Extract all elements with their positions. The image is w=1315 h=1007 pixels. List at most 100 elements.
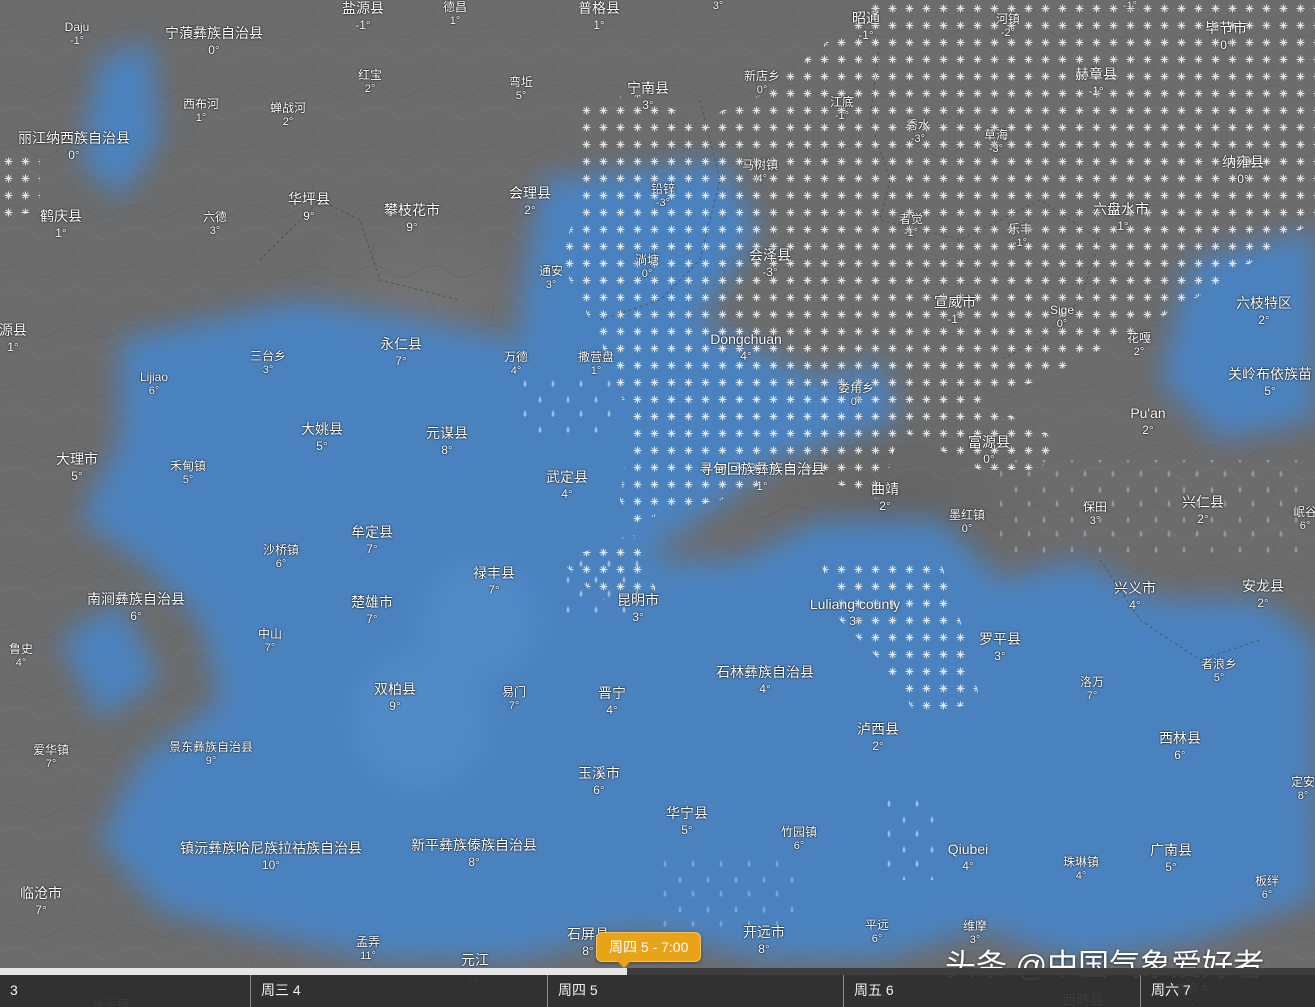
city-label[interactable]: 墨红镇 0° [949,508,985,537]
city-label[interactable]: -1° [1123,0,1137,14]
city-label[interactable]: 关岭布依族苗 5° [1228,366,1312,399]
city-label[interactable]: 富源县 0° [968,434,1010,467]
city-label[interactable]: 泸西县 2° [857,721,899,754]
city-label[interactable]: 草海 -3° [984,128,1008,157]
city-label[interactable]: 盐源县 -1° [342,0,384,33]
city-label[interactable]: 丽江纳西族自治县 0° [18,130,130,163]
city-label[interactable]: 源县 1° [0,322,27,355]
city-label[interactable]: 三台乡 3° [250,349,286,378]
city-label[interactable]: 六盘水市 -1° [1093,201,1149,234]
city-label[interactable]: 纳雍县 0° [1222,154,1264,187]
city-label[interactable]: 新平彝族傣族自治县 8° [411,837,537,870]
city-label[interactable]: 永仁县 7° [380,336,422,369]
city-label[interactable]: 鲁史 4° [9,642,33,671]
city-label[interactable]: 寻甸回族彝族自治县 1° [699,461,825,494]
city-label[interactable]: 双柏县 9° [374,681,416,714]
city-label[interactable]: 普格县 1° [578,0,620,33]
city-label[interactable]: 花嘎 2° [1127,331,1151,360]
city-label[interactable]: 六枝特区 2° [1236,295,1292,328]
city-label[interactable]: 玉溪市 6° [578,765,620,798]
city-label[interactable]: 楚雄市 7° [351,594,393,627]
city-label[interactable]: 爱华镇 7° [33,743,69,772]
city-label[interactable]: 石林彝族自治县 4° [716,664,814,697]
city-label[interactable]: 万德 4° [504,350,528,379]
city-label[interactable]: 兴仁县 2° [1182,494,1224,527]
city-label[interactable]: 会泽县 -3° [749,247,791,280]
weather-map[interactable]: Daju -1° 宁蒗彝族自治县 0° 盐源县 -1° 德昌 1° 普格县 1° 3° 昭通 -1° 河镇… [0,0,1315,1007]
city-label[interactable]: 河镇 -2° [996,12,1020,41]
city-label[interactable]: 平远 6° [865,918,889,947]
timeline-day[interactable]: 周六 7 [1140,975,1315,1007]
timeline-day[interactable]: 3 [0,975,250,1007]
city-label[interactable]: 者觉 -1° [899,212,923,241]
timeline-bar[interactable]: 3 周三 4 周四 5 周五 6 周六 7 [0,968,1315,1007]
city-label[interactable]: Qiubei 4° [948,841,988,874]
city-label[interactable]: Daju -1° [65,20,90,49]
city-label[interactable]: 攀枝花市 9° [384,202,440,235]
city-label[interactable]: 毕节市 0° [1205,20,1247,53]
timeline-day[interactable]: 周三 4 [250,975,545,1007]
city-label[interactable]: 临沧市 7° [20,885,62,918]
city-label[interactable]: 宣威市 -1° [934,294,976,327]
city-label[interactable]: 德昌 1° [443,0,467,29]
city-label[interactable]: 昭通 -1° [852,10,880,43]
city-label[interactable]: 乐丰 -1° [1008,222,1032,251]
city-label[interactable]: 六德 3° [203,210,227,239]
city-label[interactable]: 红宝 2° [358,68,382,97]
city-label[interactable]: 南涧彝族自治县 6° [87,591,185,624]
city-label[interactable]: Sige 0° [1050,303,1074,332]
city-label[interactable]: 西林县 6° [1159,730,1201,763]
city-label[interactable]: 鹤庆县 1° [40,208,82,241]
city-label[interactable]: 孟弄 11° [356,935,380,964]
city-label[interactable]: 广南县 5° [1150,842,1192,875]
city-label[interactable]: 武定县 4° [546,469,588,502]
city-label[interactable]: 西布河 1° [183,97,219,126]
city-label[interactable]: 大姚县 5° [301,421,343,454]
timeline-day[interactable]: 周五 6 [843,975,1137,1007]
city-label[interactable]: 沙桥镇 6° [263,543,299,572]
city-label[interactable]: 江底 -1° [830,95,854,124]
city-label[interactable]: 大理市 5° [56,451,98,484]
city-label[interactable]: 华坪县 9° [288,191,330,224]
city-label[interactable]: 安龙县 2° [1242,578,1284,611]
city-label[interactable]: 晋宁 4° [598,685,626,718]
city-label[interactable]: 撒营盘 1° [578,350,614,379]
city-label[interactable]: 宁南县 3° [627,80,669,113]
city-label[interactable]: 保田 3° [1083,500,1107,529]
city-label[interactable]: 禾甸镇 5° [170,459,206,488]
city-label[interactable]: 曲靖 2° [871,481,899,514]
timeline-track[interactable] [0,968,1315,975]
city-label[interactable]: 会理县 2° [509,185,551,218]
city-label[interactable]: 禄丰县 7° [473,565,515,598]
city-label[interactable]: 镇沅彝族哈尼族拉祜族自治县 10° [180,840,362,873]
city-label[interactable]: 岷谷 6° [1293,505,1315,534]
city-label[interactable]: 板绊 6° [1255,874,1279,903]
city-label[interactable]: 宁蒗彝族自治县 0° [165,25,263,58]
city-label[interactable]: 定安 8° [1291,775,1315,804]
city-label[interactable]: Lijiao 6° [140,370,168,399]
city-label[interactable]: 珠琳镇 4° [1063,855,1099,884]
city-label[interactable]: 易门 7° [502,685,526,714]
city-label[interactable]: 开远市 8° [743,924,785,957]
city-label[interactable]: Pu'an 2° [1130,405,1165,438]
city-label[interactable]: 新店乡 0° [744,69,780,98]
city-label[interactable]: 者浪乡 5° [1201,657,1237,686]
city-label[interactable]: 兴义市 4° [1114,580,1156,613]
city-label[interactable]: 淌塘 0° [635,253,659,282]
city-label[interactable]: 赫章县 -1° [1075,66,1117,99]
city-label[interactable]: 3° [713,0,724,14]
city-label[interactable]: 洛万 7° [1080,675,1104,704]
city-label[interactable]: 弯坵 5° [509,75,533,104]
city-label[interactable]: 牟定县 7° [351,524,393,557]
city-label[interactable]: 蝉战河 2° [270,101,306,130]
current-time-marker[interactable]: 周四 5 - 7:00 [596,932,702,968]
city-label[interactable]: Luliang county 3° [810,596,900,629]
city-label[interactable]: 罗平县 3° [979,631,1021,664]
city-label[interactable]: Dongchuan 4° [710,331,782,364]
city-label[interactable]: 昆明市 3° [617,592,659,625]
city-label[interactable]: 华宁县 5° [666,805,708,838]
city-label[interactable]: 秀水 -3° [906,118,930,147]
city-label[interactable]: 竹园镇 6° [781,825,817,854]
timeline-day[interactable]: 周四 5 [547,975,840,1007]
city-label[interactable]: 元谋县 8° [426,425,468,458]
